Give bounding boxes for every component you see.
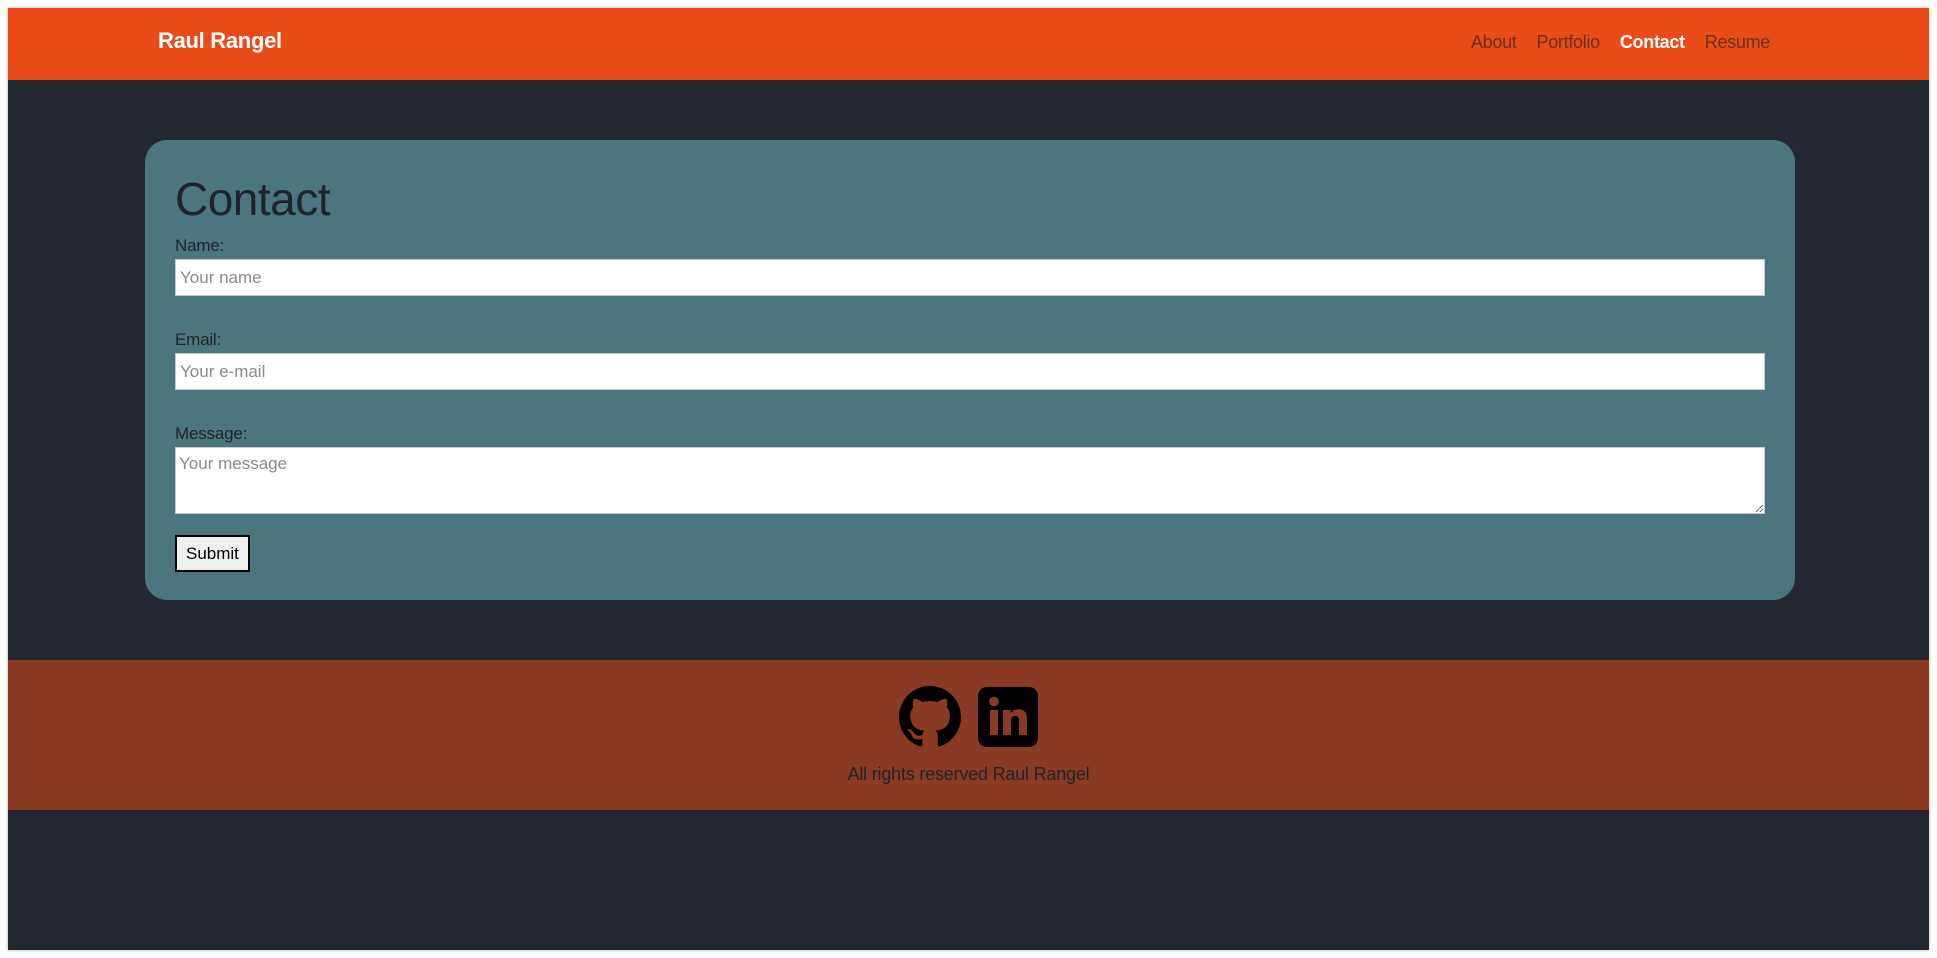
contact-form: Name: Email: Message: Submit bbox=[175, 236, 1765, 572]
email-field[interactable] bbox=[175, 353, 1765, 390]
github-icon bbox=[898, 686, 961, 747]
contact-card: Contact Name: Email: Message: Submit bbox=[145, 140, 1795, 600]
linkedin-icon bbox=[977, 687, 1038, 747]
nav-link-contact[interactable]: Contact bbox=[1620, 32, 1685, 53]
linkedin-link[interactable] bbox=[977, 686, 1039, 748]
email-label: Email: bbox=[175, 330, 222, 349]
name-field[interactable] bbox=[175, 259, 1765, 296]
page-frame: Raul Rangel About Portfolio Contact Resu… bbox=[8, 8, 1929, 950]
message-label: Message: bbox=[175, 424, 248, 443]
page-title: Contact bbox=[175, 173, 331, 225]
name-label: Name: bbox=[175, 236, 225, 255]
copyright-text: All rights reserved Raul Rangel bbox=[847, 764, 1090, 784]
message-field[interactable] bbox=[175, 447, 1765, 514]
nav-links: About Portfolio Contact Resume bbox=[1471, 32, 1770, 53]
submit-button[interactable]: Submit bbox=[175, 535, 250, 572]
github-link[interactable] bbox=[898, 686, 961, 748]
social-links bbox=[8, 686, 1929, 748]
brand-link[interactable]: Raul Rangel bbox=[158, 28, 282, 54]
nav-link-about[interactable]: About bbox=[1471, 32, 1517, 53]
nav-link-portfolio[interactable]: Portfolio bbox=[1537, 32, 1601, 53]
nav-link-resume[interactable]: Resume bbox=[1705, 32, 1771, 53]
navbar: Raul Rangel About Portfolio Contact Resu… bbox=[8, 8, 1929, 80]
footer: All rights reserved Raul Rangel bbox=[8, 660, 1929, 810]
